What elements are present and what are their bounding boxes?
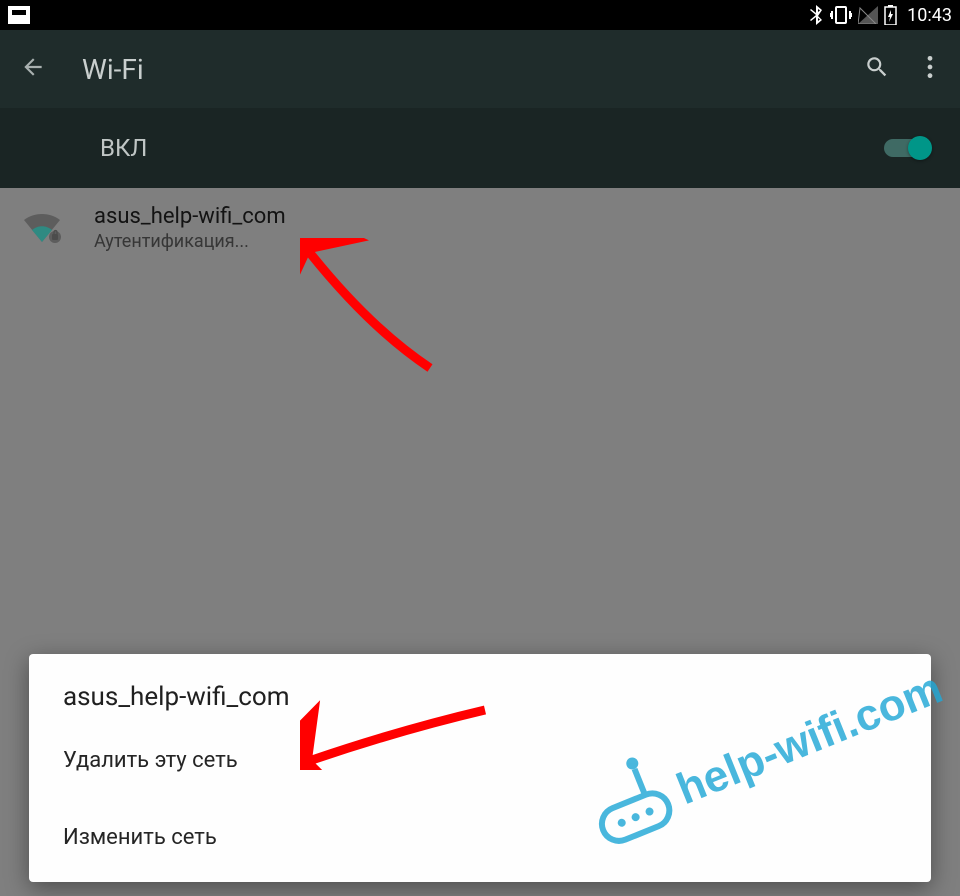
app-actions <box>864 54 934 84</box>
app-bar: Wi-Fi <box>0 30 960 108</box>
network-status: Аутентификация... <box>94 231 286 252</box>
wifi-signal-icon <box>20 212 64 244</box>
search-icon[interactable] <box>864 54 890 84</box>
network-text: asus_help-wifi_com Аутентификация... <box>94 204 286 252</box>
switch-thumb <box>908 136 932 160</box>
network-name: asus_help-wifi_com <box>94 204 286 229</box>
status-right: 10:43 <box>810 5 952 26</box>
battery-icon <box>884 5 897 25</box>
more-icon[interactable] <box>926 54 934 84</box>
page-title: Wi-Fi <box>82 53 828 86</box>
vibrate-icon <box>830 5 852 25</box>
bluetooth-icon <box>810 5 824 25</box>
network-row[interactable]: asus_help-wifi_com Аутентификация... <box>0 188 960 268</box>
wifi-toggle-row: ВКЛ <box>0 108 960 188</box>
wifi-switch[interactable] <box>884 139 928 157</box>
dialog-modify-network[interactable]: Изменить сеть <box>29 799 931 876</box>
content-area: asus_help-wifi_com Аутентификация... <box>0 188 960 268</box>
signal-icon <box>858 6 878 24</box>
status-bar: 10:43 <box>0 0 960 30</box>
network-context-dialog: asus_help-wifi_com Удалить эту сеть Изме… <box>29 654 931 882</box>
dialog-title: asus_help-wifi_com <box>29 682 931 722</box>
status-left <box>8 6 30 24</box>
back-icon[interactable] <box>20 54 46 84</box>
image-icon <box>8 6 30 24</box>
status-time: 10:43 <box>907 5 952 26</box>
toggle-label: ВКЛ <box>100 134 147 162</box>
dialog-delete-network[interactable]: Удалить эту сеть <box>29 722 931 799</box>
